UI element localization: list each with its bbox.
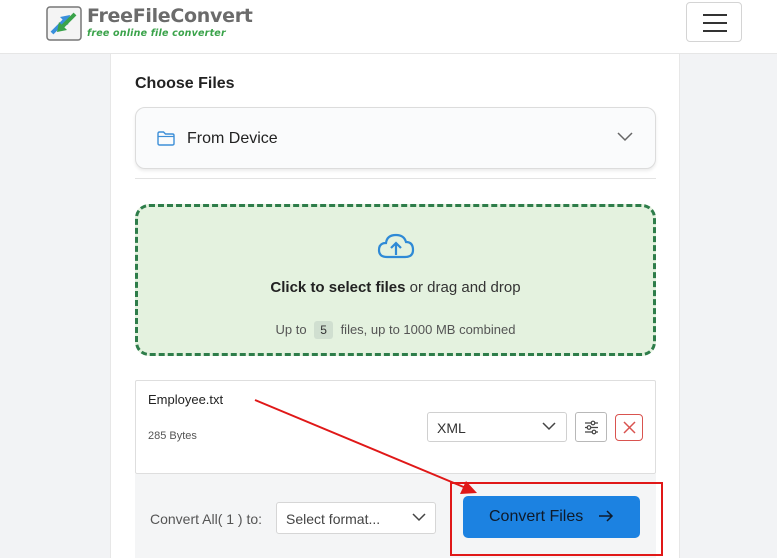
format-placeholder: Select format... bbox=[286, 511, 381, 527]
logo-title: FreeFileConvert bbox=[87, 5, 253, 27]
folder-icon bbox=[157, 131, 175, 146]
top-navbar: FreeFileConvert free online file convert… bbox=[0, 0, 777, 54]
annotation-highlight-box bbox=[450, 482, 663, 556]
remove-file-button[interactable] bbox=[615, 414, 643, 441]
hamburger-line bbox=[703, 22, 727, 24]
cloud-upload-icon bbox=[377, 233, 415, 259]
logo-subtitle: free online file converter bbox=[87, 28, 226, 39]
divider bbox=[135, 178, 656, 179]
dropzone-click-text[interactable]: Click to select files bbox=[270, 279, 405, 296]
logo-icon bbox=[46, 6, 82, 41]
convert-all-label: Convert All( 1 ) to: bbox=[150, 511, 263, 527]
site-logo[interactable]: FreeFileConvert free online file convert… bbox=[46, 5, 253, 43]
hamburger-menu-button[interactable] bbox=[686, 2, 742, 42]
file-source-label: From Device bbox=[187, 130, 278, 147]
sliders-icon bbox=[585, 420, 598, 435]
dropzone-instruction: Click to select files or drag and drop bbox=[138, 279, 653, 296]
target-format-value: XML bbox=[437, 420, 466, 436]
chevron-down-icon bbox=[412, 513, 426, 522]
file-size: 285 Bytes bbox=[148, 430, 197, 442]
dropzone-drag-text: or drag and drop bbox=[409, 279, 521, 296]
convert-all-format-select[interactable]: Select format... bbox=[276, 502, 436, 534]
hamburger-menu-icon bbox=[703, 14, 727, 16]
file-dropzone[interactable]: Click to select files or drag and drop U… bbox=[135, 204, 656, 356]
dropzone-limit-text: Up to 5 files, up to 1000 MB combined bbox=[138, 321, 653, 339]
choose-files-heading: Choose Files bbox=[135, 75, 235, 92]
chevron-down-icon bbox=[542, 422, 556, 431]
file-source-dropdown[interactable]: From Device bbox=[135, 107, 656, 169]
limit-suffix: files, up to 1000 MB combined bbox=[340, 322, 516, 337]
target-format-select[interactable]: XML bbox=[427, 412, 567, 442]
file-limit-badge: 5 bbox=[314, 321, 333, 339]
close-icon bbox=[623, 421, 636, 434]
file-settings-button[interactable] bbox=[575, 412, 607, 442]
hamburger-line bbox=[703, 30, 727, 32]
limit-prefix: Up to bbox=[275, 322, 307, 337]
file-name: Employee.txt bbox=[148, 392, 224, 407]
chevron-down-icon bbox=[617, 132, 633, 142]
file-list-item: Employee.txt 285 Bytes XML bbox=[135, 380, 656, 474]
